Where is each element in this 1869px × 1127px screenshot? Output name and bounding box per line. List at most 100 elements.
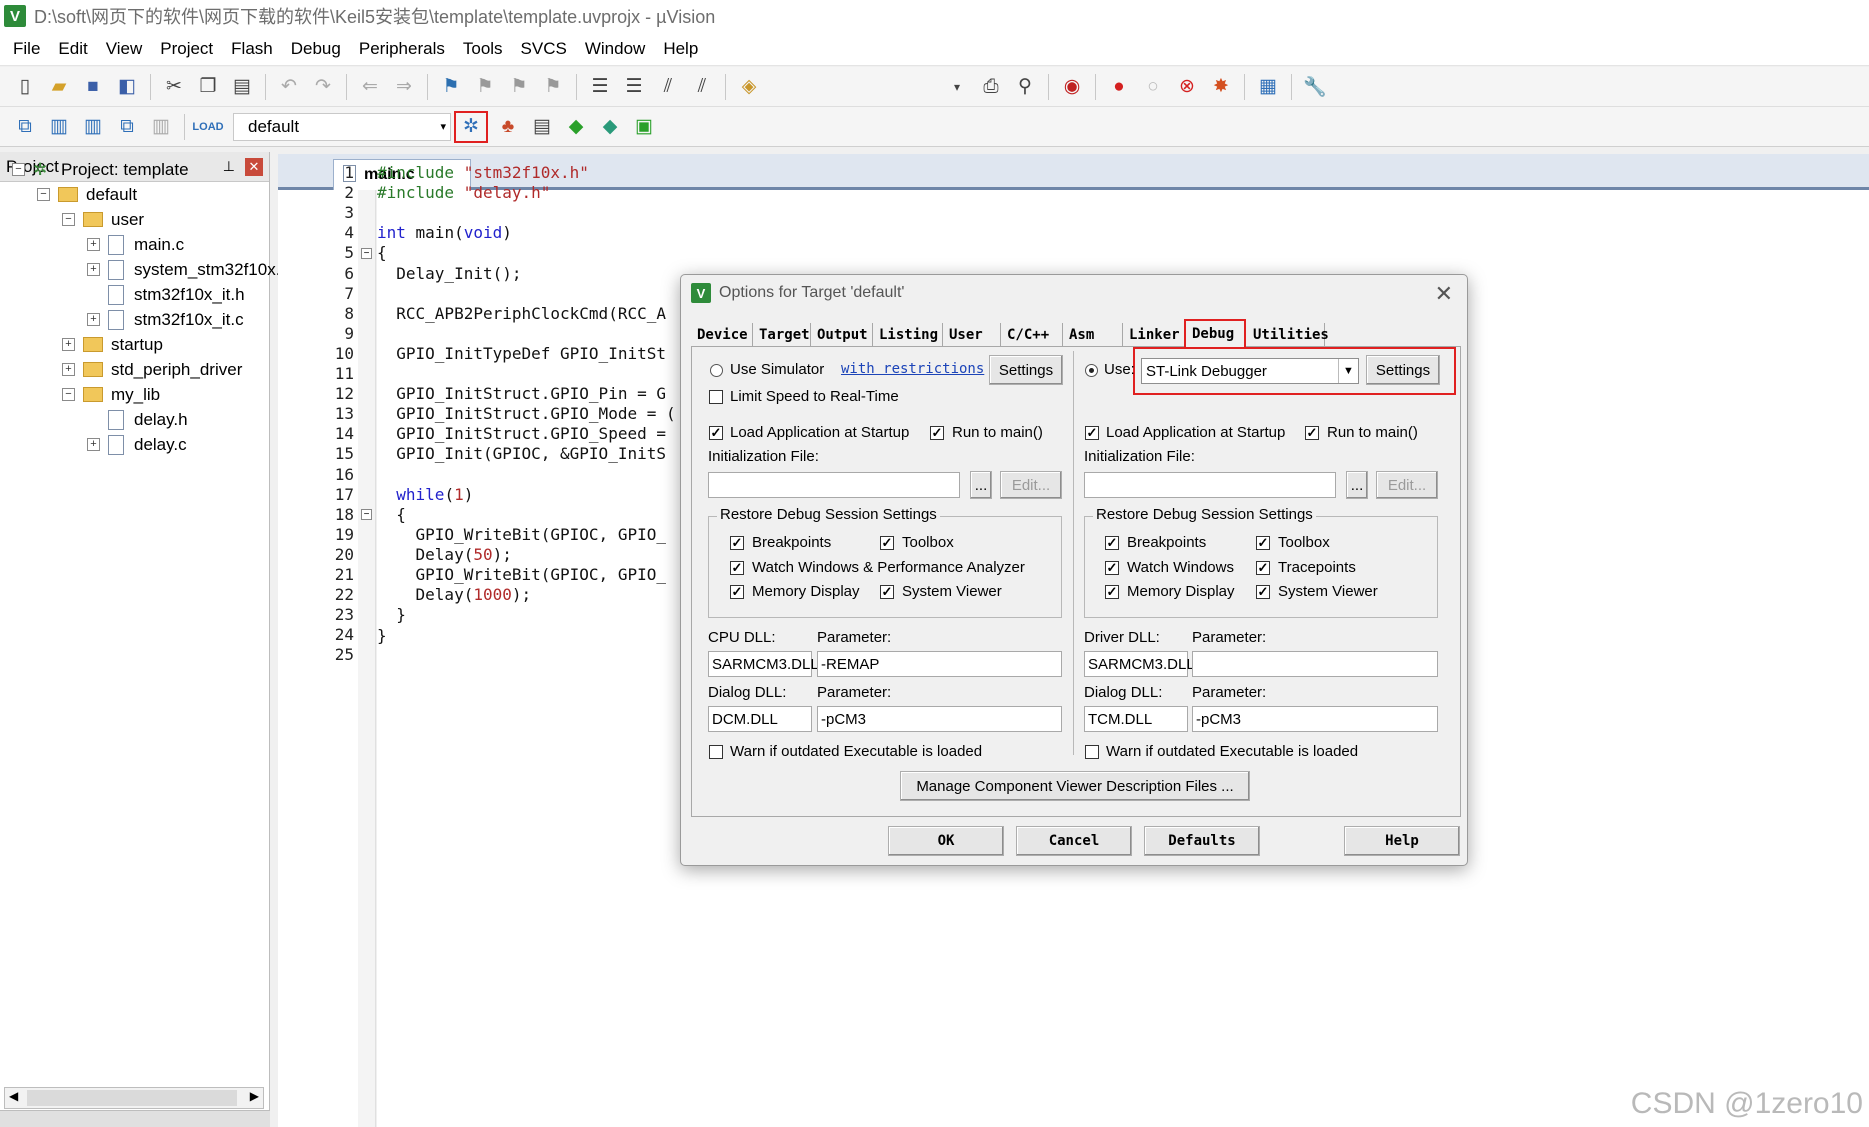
bookmark-next-icon[interactable]: ⚑ [505, 73, 533, 101]
manage-component-viewer-button[interactable]: Manage Component Viewer Description File… [900, 771, 1250, 801]
cut-icon[interactable]: ✂ [160, 73, 188, 101]
menu-flash[interactable]: Flash [222, 39, 282, 59]
collapse-icon[interactable]: − [37, 188, 50, 201]
find-dropdown-icon[interactable]: ▾ [943, 73, 971, 101]
warn-outdated-checkbox-right[interactable] [1085, 745, 1099, 759]
download-load-icon[interactable]: LOAD [192, 113, 223, 141]
tab-asm[interactable]: Asm [1063, 323, 1123, 347]
menu-view[interactable]: View [97, 39, 152, 59]
fold-collapse-icon[interactable]: − [361, 248, 372, 259]
tab-device[interactable]: Device [691, 323, 753, 347]
breakpoint-icon[interactable]: ● [1105, 73, 1133, 101]
dialog-dll-param-input-right[interactable]: -pCM3 [1192, 706, 1438, 732]
project-bottom-tabs[interactable] [0, 1110, 270, 1127]
toolbox-checkbox-right[interactable]: ✓ [1256, 536, 1270, 550]
cpu-dll-param-input[interactable]: -REMAP [817, 651, 1062, 677]
expand-icon[interactable]: + [87, 263, 100, 276]
breakpoints-checkbox-right[interactable]: ✓ [1105, 536, 1119, 550]
tab-c-cpp[interactable]: C/C++ [1001, 323, 1063, 347]
tab-listing[interactable]: Listing [873, 323, 943, 347]
expand-icon[interactable]: + [87, 313, 100, 326]
dialog-dll-input-right[interactable]: TCM.DLL [1084, 706, 1188, 732]
tree-target-default[interactable]: − default [37, 182, 137, 207]
expand-icon[interactable]: + [62, 363, 75, 376]
help-button[interactable]: Help [1344, 826, 1460, 856]
tracepoints-checkbox[interactable]: ✓ [1256, 561, 1270, 575]
breakpoint-disable-icon[interactable]: ○ [1139, 73, 1167, 101]
tab-utilities[interactable]: Utilities [1247, 323, 1329, 347]
bookmark-prev-icon[interactable]: ⚑ [471, 73, 499, 101]
system-viewer-checkbox[interactable]: ✓ [880, 585, 894, 599]
breakpoint-kill-icon[interactable]: ⊗ [1173, 73, 1201, 101]
run-to-main-checkbox-right[interactable]: ✓ [1305, 426, 1319, 440]
memory-display-checkbox[interactable]: ✓ [730, 585, 744, 599]
manage-project-items-icon[interactable]: ♣ [494, 113, 522, 141]
init-file-edit-button[interactable]: Edit... [1000, 471, 1062, 499]
scrollbar-thumb[interactable] [27, 1090, 237, 1106]
use-simulator-radio[interactable] [710, 364, 723, 377]
file-extensions-icon[interactable]: ▤ [528, 113, 556, 141]
menu-help[interactable]: Help [654, 39, 707, 59]
dialog-dll-param-input[interactable]: -pCM3 [817, 706, 1062, 732]
bookmark-clear-icon[interactable]: ⚑ [539, 73, 567, 101]
tab-debug[interactable]: Debug [1184, 319, 1246, 347]
configure-icon[interactable]: 🔧 [1301, 73, 1329, 101]
indent-icon[interactable]: ☰ [586, 73, 614, 101]
expand-icon[interactable]: + [87, 238, 100, 251]
memory-display-checkbox-right[interactable]: ✓ [1105, 585, 1119, 599]
tree-file-delay-c[interactable]: + delay.c [87, 432, 187, 457]
navigate-back-icon[interactable]: ⇐ [356, 73, 384, 101]
tree-file-delay-h[interactable]: delay.h [108, 407, 188, 432]
expand-icon[interactable]: + [62, 338, 75, 351]
menu-debug[interactable]: Debug [282, 39, 350, 59]
tree-group-std-periph[interactable]: + std_periph_driver [62, 357, 242, 382]
defaults-button[interactable]: Defaults [1144, 826, 1260, 856]
paste-icon[interactable]: ▤ [228, 73, 256, 101]
dialog-dll-input[interactable]: DCM.DLL [708, 706, 812, 732]
tree-group-startup[interactable]: + startup [62, 332, 163, 357]
select-software-packs-icon[interactable]: ◆ [596, 113, 624, 141]
init-file-browse-button[interactable]: ... [970, 471, 992, 499]
menu-file[interactable]: File [4, 39, 49, 59]
tab-linker[interactable]: Linker [1123, 323, 1185, 347]
scroll-left-icon[interactable]: ◀ [9, 1089, 18, 1103]
comment-icon[interactable]: ⫽ [654, 73, 682, 101]
batch-build-icon[interactable]: ⧉ [113, 113, 141, 141]
debugger-settings-button[interactable]: Settings [1366, 355, 1440, 385]
pack-installer-icon[interactable]: ▣ [630, 113, 658, 141]
uncomment-icon[interactable]: ⫽ [688, 73, 716, 101]
open-folder-icon[interactable]: ▰ [45, 73, 73, 101]
dialog-close-icon[interactable]: ✕ [1435, 281, 1453, 307]
target-select[interactable]: default ▾ [233, 112, 451, 141]
translate-icon[interactable]: ⧉ [11, 113, 39, 141]
stop-build-icon[interactable]: ▥ [147, 113, 175, 141]
options-for-target-icon[interactable]: ✲ [454, 110, 488, 143]
menu-peripherals[interactable]: Peripherals [350, 39, 454, 59]
unindent-icon[interactable]: ☰ [620, 73, 648, 101]
load-app-checkbox-right[interactable]: ✓ [1085, 426, 1099, 440]
tree-group-user[interactable]: − user [62, 207, 144, 232]
run-to-main-checkbox[interactable]: ✓ [930, 426, 944, 440]
tab-user[interactable]: User [943, 323, 1001, 347]
incremental-find-icon[interactable]: ⎙ [977, 73, 1005, 101]
toolbox-checkbox[interactable]: ✓ [880, 536, 894, 550]
breakpoint-all-icon[interactable]: ✸ [1207, 73, 1235, 101]
tree-file-it-c[interactable]: + stm32f10x_it.c [87, 307, 244, 332]
project-horizontal-scrollbar[interactable]: ◀ ▶ [4, 1087, 264, 1109]
tree-file-system-c[interactable]: + system_stm32f10x.c [87, 257, 289, 282]
driver-dll-input[interactable]: SARMCM3.DLL [1084, 651, 1195, 677]
use-debugger-radio[interactable] [1085, 364, 1098, 377]
system-viewer-checkbox-right[interactable]: ✓ [1256, 585, 1270, 599]
rebuild-icon[interactable]: ▥ [79, 113, 107, 141]
ok-button[interactable]: OK [888, 826, 1004, 856]
expand-icon[interactable]: + [87, 438, 100, 451]
menu-project[interactable]: Project [151, 39, 222, 59]
new-file-icon[interactable]: ▯ [11, 73, 39, 101]
window-layout-icon[interactable]: ▦ [1254, 73, 1282, 101]
save-icon[interactable]: ■ [79, 73, 107, 101]
build-icon[interactable]: ▥ [45, 113, 73, 141]
cpu-dll-input[interactable]: SARMCM3.DLL [708, 651, 819, 677]
navigate-forward-icon[interactable]: ⇒ [390, 73, 418, 101]
simulator-settings-button[interactable]: Settings [989, 355, 1063, 385]
warn-outdated-checkbox[interactable] [709, 745, 723, 759]
